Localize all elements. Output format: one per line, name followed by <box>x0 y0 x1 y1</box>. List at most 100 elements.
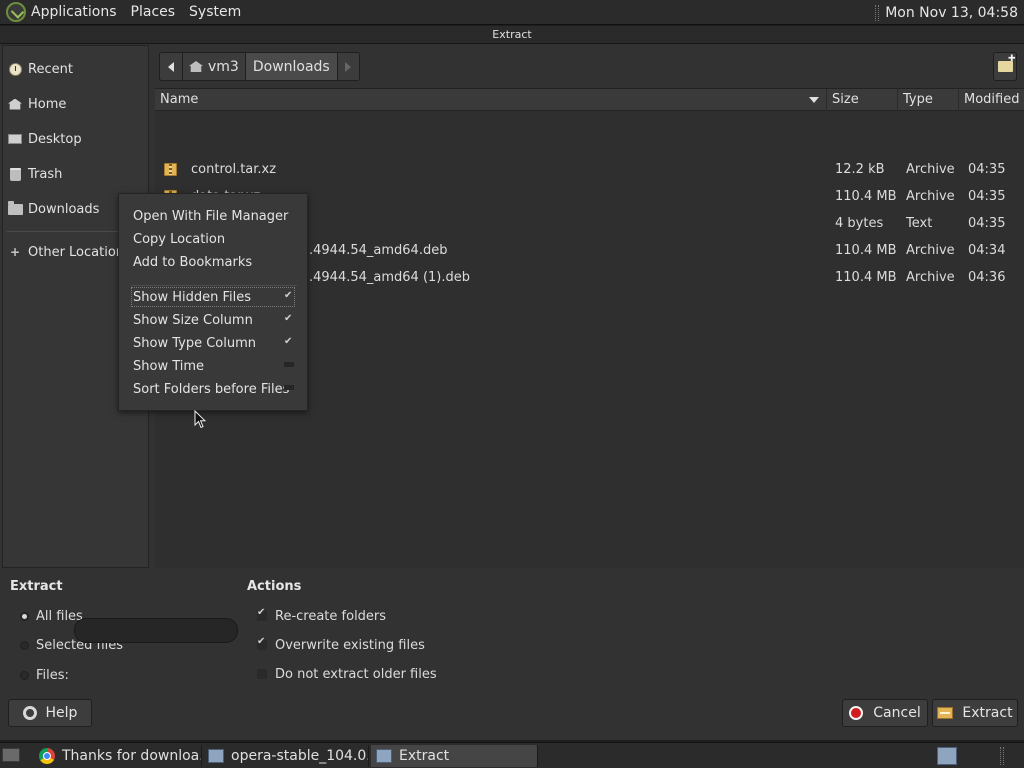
file-name: control.tar.xz <box>191 162 277 177</box>
menu-item-add-to-bookmarks[interactable]: Add to Bookmarks <box>133 251 252 274</box>
help-button[interactable]: Help <box>8 699 92 727</box>
recent-icon <box>7 62 23 76</box>
unchecked-box-icon <box>284 362 294 367</box>
clock-area: Mon Nov 13, 04:58 <box>875 0 1024 25</box>
file-type: Archive <box>906 270 955 285</box>
files-pattern-input[interactable] <box>74 618 238 643</box>
taskbar-item-label: opera-stable_104.0.... <box>231 748 369 764</box>
recreate-folders-checkbox[interactable]: Re-create folders <box>257 606 386 626</box>
menu-item-show-type-column[interactable]: Show Type Column <box>133 332 256 355</box>
sort-descending-icon <box>809 97 819 103</box>
file-size: 110.4 MB <box>835 270 897 285</box>
help-lifebuoy-icon <box>22 706 37 720</box>
file-size: 12.2 kB <box>835 162 885 177</box>
menu-system[interactable]: System <box>182 4 248 20</box>
checkbox-checked-icon <box>257 636 267 650</box>
path-segment-downloads[interactable]: Downloads <box>245 52 338 81</box>
sidebar-item-trash[interactable]: Trash <box>3 161 148 187</box>
table-row[interactable]: control.tar.xz 12.2 kB Archive 04:35 <box>155 156 1024 183</box>
overwrite-files-checkbox[interactable]: Overwrite existing files <box>257 635 425 655</box>
file-type: Archive <box>906 243 955 258</box>
show-desktop-icon[interactable] <box>2 748 20 762</box>
help-button-label: Help <box>45 705 78 721</box>
create-folder-button[interactable] <box>993 52 1017 81</box>
file-name: .4944.54_amd64.deb <box>309 243 448 258</box>
file-name: .4944.54_amd64 (1).deb <box>309 270 470 285</box>
extract-archive-icon <box>937 707 954 719</box>
sidebar-item-recent[interactable]: Recent <box>3 56 148 82</box>
tray-grip-icon <box>1000 747 1004 765</box>
sidebar-item-label: Recent <box>28 61 73 77</box>
sidebar-item-label: Home <box>28 96 67 112</box>
plus-icon: + <box>9 245 21 259</box>
context-menu: Open With File Manager Copy Location Add… <box>118 193 308 411</box>
checkbox-label: Re-create folders <box>275 608 387 624</box>
sidebar-item-label: Trash <box>28 166 63 182</box>
menu-item-open-with-file-manager[interactable]: Open With File Manager <box>133 205 288 228</box>
menu-item-show-time[interactable]: Show Time <box>133 355 204 378</box>
file-type: Text <box>906 216 933 231</box>
checkbox-icon <box>257 669 267 679</box>
all-files-radio[interactable]: All files <box>20 606 83 626</box>
arrow-left-icon <box>168 61 174 72</box>
menu-item-sort-folders-before-files[interactable]: Sort Folders before Files <box>133 378 289 401</box>
tray-archive-manager-icon[interactable] <box>937 747 957 765</box>
checkmark-icon <box>284 336 294 351</box>
top-panel: Applications Places System Mon Nov 13, 0… <box>0 0 1024 25</box>
folder-icon <box>7 200 23 216</box>
sidebar-item-desktop[interactable]: Desktop <box>3 126 148 152</box>
checkmark-icon <box>284 290 294 305</box>
mouse-pointer-icon <box>194 410 206 429</box>
mate-logo-icon[interactable] <box>6 2 26 22</box>
archive-icon <box>164 156 178 183</box>
taskbar-item-label: Extract <box>399 748 450 764</box>
cancel-button-label: Cancel <box>873 705 921 721</box>
sidebar-item-label: Desktop <box>28 131 82 147</box>
taskbar: Thanks for downloa... opera-stable_104.0… <box>0 742 1024 768</box>
sidebar-item-label: Downloads <box>28 201 100 217</box>
path-segment-label: Downloads <box>252 58 330 75</box>
radio-icon <box>20 640 29 650</box>
home-icon <box>7 97 23 111</box>
checkmark-icon <box>284 313 294 328</box>
window-title[interactable]: Extract <box>0 26 1024 44</box>
file-modified: 04:35 <box>968 189 1006 204</box>
menu-item-copy-location[interactable]: Copy Location <box>133 228 225 251</box>
clock[interactable]: Mon Nov 13, 04:58 <box>885 5 1024 21</box>
cancel-button[interactable]: Cancel <box>842 699 928 727</box>
path-segment-label: vm3 <box>208 58 239 75</box>
file-size: 110.4 MB <box>835 243 897 258</box>
checkbox-label: Overwrite existing files <box>275 637 425 653</box>
file-modified: 04:35 <box>968 216 1006 231</box>
column-header-modified[interactable]: Modified <box>959 89 1024 111</box>
menu-item-show-hidden-files[interactable]: Show Hidden Files <box>133 286 251 309</box>
extract-button[interactable]: Extract <box>932 699 1018 727</box>
archive-manager-icon <box>208 749 224 763</box>
file-size: 4 bytes <box>835 216 884 231</box>
column-header-type[interactable]: Type <box>898 89 959 111</box>
column-header-name[interactable]: Name <box>155 89 827 111</box>
path-segment-vm3[interactable]: vm3 <box>183 52 246 81</box>
taskbar-item-opera-stable[interactable]: opera-stable_104.0.... <box>203 745 369 767</box>
cancel-icon <box>849 706 864 720</box>
file-size: 110.4 MB <box>835 189 897 204</box>
menu-item-show-size-column[interactable]: Show Size Column <box>133 309 253 332</box>
chrome-icon <box>39 748 55 764</box>
sidebar-item-home[interactable]: Home <box>3 91 148 117</box>
sidebar-item-label: Other Locations <box>28 244 131 260</box>
path-bar: vm3 Downloads <box>159 52 360 81</box>
column-header-size[interactable]: Size <box>827 89 898 111</box>
path-back-button[interactable] <box>159 52 183 81</box>
menu-applications[interactable]: Applications <box>26 4 124 20</box>
menu-places[interactable]: Places <box>124 4 183 20</box>
radio-selected-icon <box>20 611 29 621</box>
file-modified: 04:35 <box>968 162 1006 177</box>
file-modified: 04:36 <box>968 270 1006 285</box>
taskbar-item-extract[interactable]: Extract <box>371 745 538 767</box>
path-forward-button[interactable] <box>337 52 360 81</box>
panel-grip-icon <box>875 4 880 21</box>
files-pattern-radio[interactable]: Files: <box>20 665 69 685</box>
no-older-files-checkbox[interactable]: Do not extract older files <box>257 664 437 684</box>
actions-section-title: Actions <box>247 579 302 594</box>
taskbar-item-browser[interactable]: Thanks for downloa... <box>34 745 202 767</box>
